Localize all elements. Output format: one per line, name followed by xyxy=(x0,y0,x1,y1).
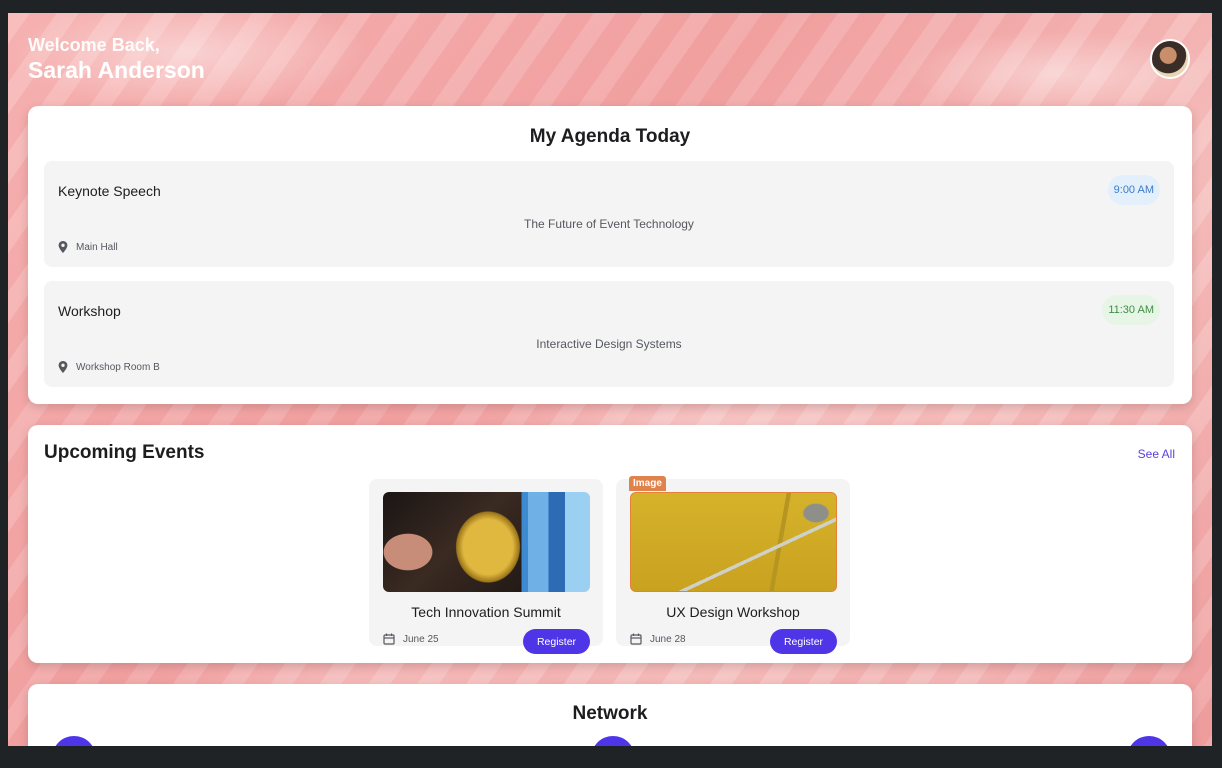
location-pin-icon xyxy=(58,361,68,373)
time-badge: 11:30 AM xyxy=(1102,295,1160,325)
see-all-link[interactable]: See All xyxy=(1138,447,1175,461)
event-image xyxy=(630,492,837,592)
image-tag: Image xyxy=(629,476,666,491)
network-title: Network xyxy=(572,703,648,724)
user-name: Sarah Anderson xyxy=(28,56,205,83)
agenda-item[interactable]: Keynote Speech 9:00 AM The Future of Eve… xyxy=(44,161,1174,267)
agenda-item-description: Interactive Design Systems xyxy=(536,337,682,351)
time-badge: 9:00 AM xyxy=(1107,175,1160,205)
agenda-item-title: Workshop xyxy=(58,303,121,319)
event-date-label: June 28 xyxy=(650,633,686,645)
agenda-item-location: Workshop Room B xyxy=(58,361,160,373)
calendar-icon xyxy=(383,633,395,645)
event-card[interactable]: Image UX Design Workshop June 28 Registe… xyxy=(616,476,850,654)
location-pin-icon xyxy=(58,241,68,253)
location-label: Workshop Room B xyxy=(76,361,160,373)
event-title: Tech Innovation Summit xyxy=(411,604,561,620)
upcoming-events-title: Upcoming Events xyxy=(44,442,205,463)
agenda-item-description: The Future of Event Technology xyxy=(524,217,694,231)
agenda-card: My Agenda Today Keynote Speech 9:00 AM T… xyxy=(28,106,1192,404)
app-frame: Welcome Back, Sarah Anderson My Agenda T… xyxy=(8,13,1212,746)
greeting-text: Welcome Back, xyxy=(28,35,160,55)
agenda-item-title: Keynote Speech xyxy=(58,183,161,199)
welcome-header: Welcome Back, Sarah Anderson xyxy=(28,35,205,84)
network-avatar[interactable] xyxy=(1127,736,1171,746)
event-date: June 28 xyxy=(630,633,686,645)
upcoming-events-card: Upcoming Events See All Tech Innovation … xyxy=(28,425,1192,663)
network-avatar[interactable] xyxy=(591,736,635,746)
network-card: Network xyxy=(28,684,1192,746)
network-avatar[interactable] xyxy=(52,736,96,746)
profile-avatar[interactable] xyxy=(1150,39,1190,79)
register-button[interactable]: Register xyxy=(770,629,837,654)
event-image xyxy=(383,492,590,592)
register-button[interactable]: Register xyxy=(523,629,590,654)
location-label: Main Hall xyxy=(76,241,118,253)
event-title: UX Design Workshop xyxy=(666,604,800,620)
agenda-item[interactable]: Workshop 11:30 AM Interactive Design Sys… xyxy=(44,281,1174,387)
event-date-label: June 25 xyxy=(403,633,439,645)
agenda-title: My Agenda Today xyxy=(529,126,691,147)
agenda-item-location: Main Hall xyxy=(58,241,118,253)
event-card[interactable]: Tech Innovation Summit June 25 Register xyxy=(369,479,603,654)
calendar-icon xyxy=(630,633,642,645)
event-date: June 25 xyxy=(383,633,439,645)
